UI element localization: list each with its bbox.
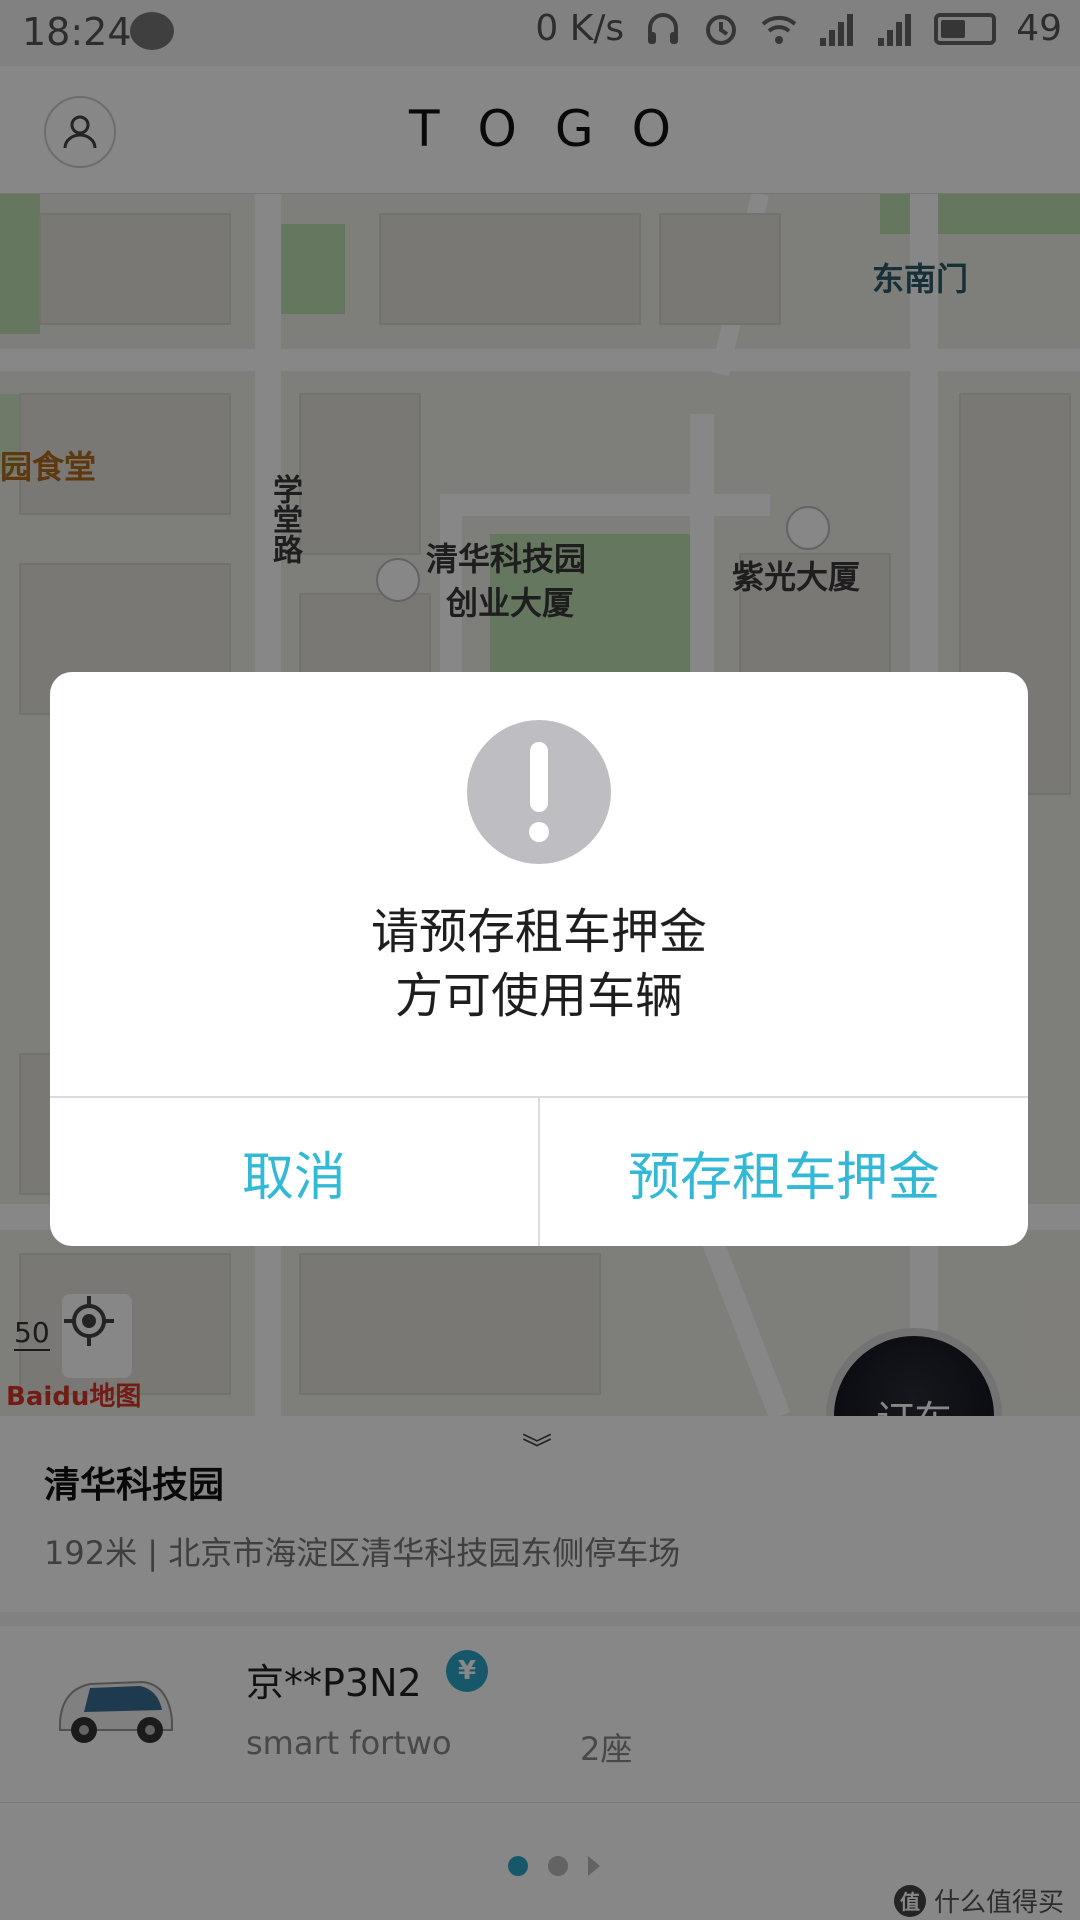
dialog-message: 请预存租车押金 方可使用车辆 [50, 900, 1028, 1028]
deposit-alert-dialog: 请预存租车押金 方可使用车辆 取消 预存租车押金 [50, 672, 1028, 1246]
cancel-button[interactable]: 取消 [50, 1098, 538, 1246]
deposit-button[interactable]: 预存租车押金 [540, 1098, 1028, 1246]
dialog-message-line2: 方可使用车辆 [394, 968, 683, 1024]
exclamation-icon [467, 720, 611, 864]
dialog-message-line1: 请预存租车押金 [370, 904, 707, 960]
